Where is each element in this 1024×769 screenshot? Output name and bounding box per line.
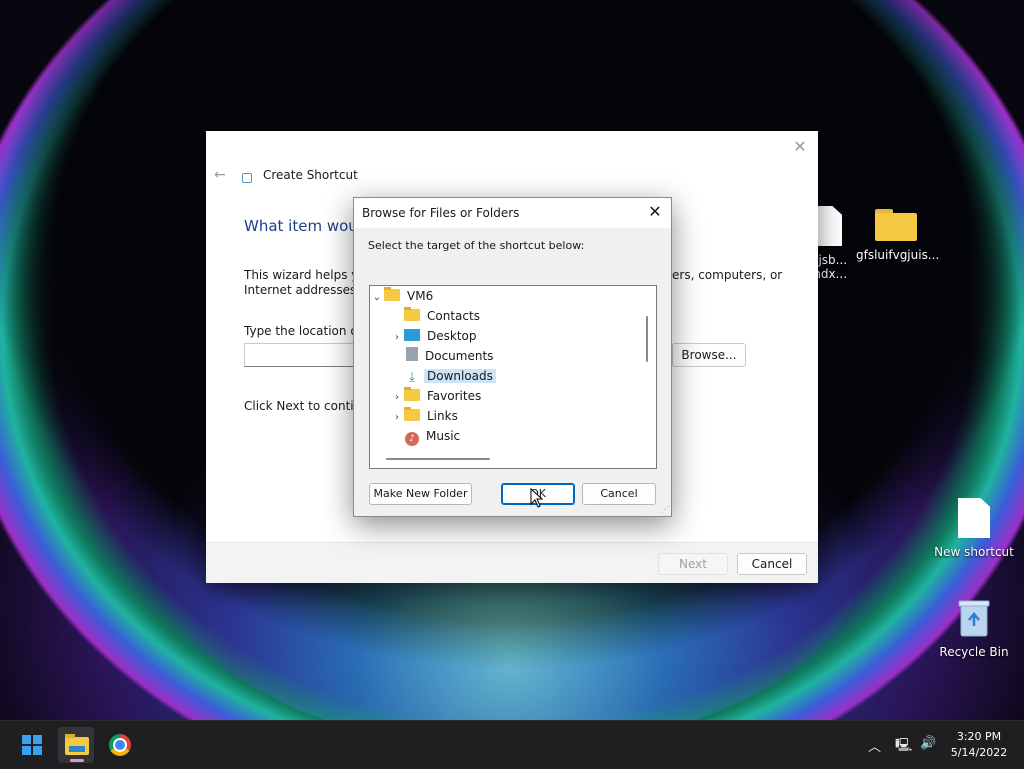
- desktop-icon-recycle-bin[interactable]: Recycle Bin: [934, 598, 1014, 659]
- folder-icon: [404, 407, 420, 421]
- tree-item-vm6[interactable]: ⌄ VM6: [370, 286, 436, 306]
- wizard-cancel-button[interactable]: Cancel: [737, 553, 807, 575]
- click-next-text: Click Next to continu: [244, 399, 369, 413]
- taskbar: ︿ 🖳 🔊 3:20 PM 5/14/2022: [0, 720, 1024, 769]
- desktop-icon-label: gfsluifvgjuis...: [856, 248, 940, 262]
- desktop-icon-label: New shortcut: [934, 545, 1014, 559]
- back-arrow-icon[interactable]: ←: [214, 167, 226, 183]
- desktop-icon: [404, 329, 420, 341]
- file-explorer-button[interactable]: [58, 727, 94, 763]
- tree-item-contacts[interactable]: Contacts: [390, 306, 483, 326]
- dialog-title: Browse for Files or Folders: [362, 206, 520, 220]
- wizard-footer: Next Cancel: [206, 542, 818, 583]
- location-label: Type the location of t: [244, 324, 371, 338]
- window-title: Create Shortcut: [263, 168, 358, 182]
- tree-item-documents[interactable]: Documents: [390, 346, 496, 366]
- wizard-heading: What item woul: [244, 217, 362, 235]
- browse-button[interactable]: Browse...: [672, 343, 746, 367]
- clock-time: 3:20 PM: [956, 730, 1002, 743]
- location-input[interactable]: [244, 343, 366, 367]
- recycle-bin-icon: [958, 600, 990, 637]
- running-indicator: [70, 759, 84, 762]
- vertical-scrollbar[interactable]: [646, 316, 648, 362]
- tree-item-music[interactable]: ♪ Music: [390, 426, 463, 446]
- chevron-right-icon[interactable]: ›: [390, 328, 404, 348]
- chevron-down-icon[interactable]: ⌄: [370, 288, 384, 308]
- clock-date: 5/14/2022: [950, 746, 1008, 759]
- taskbar-clock[interactable]: 3:20 PM 5/14/2022: [944, 729, 1014, 761]
- shortcut-wizard-icon: [242, 173, 252, 183]
- close-icon[interactable]: ✕: [645, 202, 665, 222]
- folder-tree[interactable]: ⌄ VM6 Contacts › Desktop Documents ⤓ Downlo…: [369, 285, 657, 469]
- desktop-icon-folder[interactable]: gfsluifvgjuis...: [856, 209, 940, 262]
- volume-icon[interactable]: 🔊: [920, 736, 936, 751]
- shortcut-icon: [958, 498, 990, 538]
- dialog-instruction: Select the target of the shortcut below:: [368, 239, 585, 252]
- chevron-right-icon[interactable]: ›: [390, 408, 404, 428]
- folder-icon: [384, 287, 400, 301]
- start-button[interactable]: [14, 727, 50, 763]
- chevron-up-icon[interactable]: ︿: [868, 736, 881, 755]
- tree-item-links[interactable]: › Links: [390, 406, 461, 426]
- windows-logo-icon: [22, 735, 42, 755]
- horizontal-scrollbar[interactable]: [386, 458, 490, 460]
- chevron-right-icon[interactable]: ›: [390, 388, 404, 408]
- resize-grip-icon[interactable]: ⋰: [661, 506, 669, 514]
- wizard-description-right: ers, computers, or: [672, 268, 783, 282]
- browse-dialog: Browse for Files or Folders ✕ Select the…: [353, 197, 672, 517]
- download-icon: ⤓: [409, 370, 415, 385]
- chrome-button[interactable]: [102, 727, 138, 763]
- folder-icon: [404, 307, 420, 321]
- make-new-folder-button[interactable]: Make New Folder: [369, 483, 472, 505]
- network-icon[interactable]: 🖳: [895, 736, 912, 758]
- desktop-icon-label: Recycle Bin: [939, 645, 1009, 659]
- dialog-titlebar: Browse for Files or Folders ✕: [354, 198, 671, 228]
- tree-item-favorites[interactable]: › Favorites: [390, 386, 484, 406]
- desktop-icon-new-shortcut[interactable]: New shortcut: [934, 498, 1014, 559]
- tree-item-desktop[interactable]: › Desktop: [390, 326, 480, 346]
- close-icon[interactable]: ✕: [790, 137, 810, 157]
- folder-icon: [875, 209, 917, 241]
- folder-icon: [404, 387, 420, 401]
- documents-icon: [406, 347, 418, 361]
- music-icon: ♪: [405, 432, 419, 446]
- file-explorer-icon: [65, 734, 89, 755]
- dialog-cancel-button[interactable]: Cancel: [582, 483, 656, 505]
- tree-item-downloads[interactable]: ⤓ Downloads: [390, 366, 496, 386]
- next-button[interactable]: Next: [658, 553, 728, 575]
- chrome-icon: [109, 734, 131, 756]
